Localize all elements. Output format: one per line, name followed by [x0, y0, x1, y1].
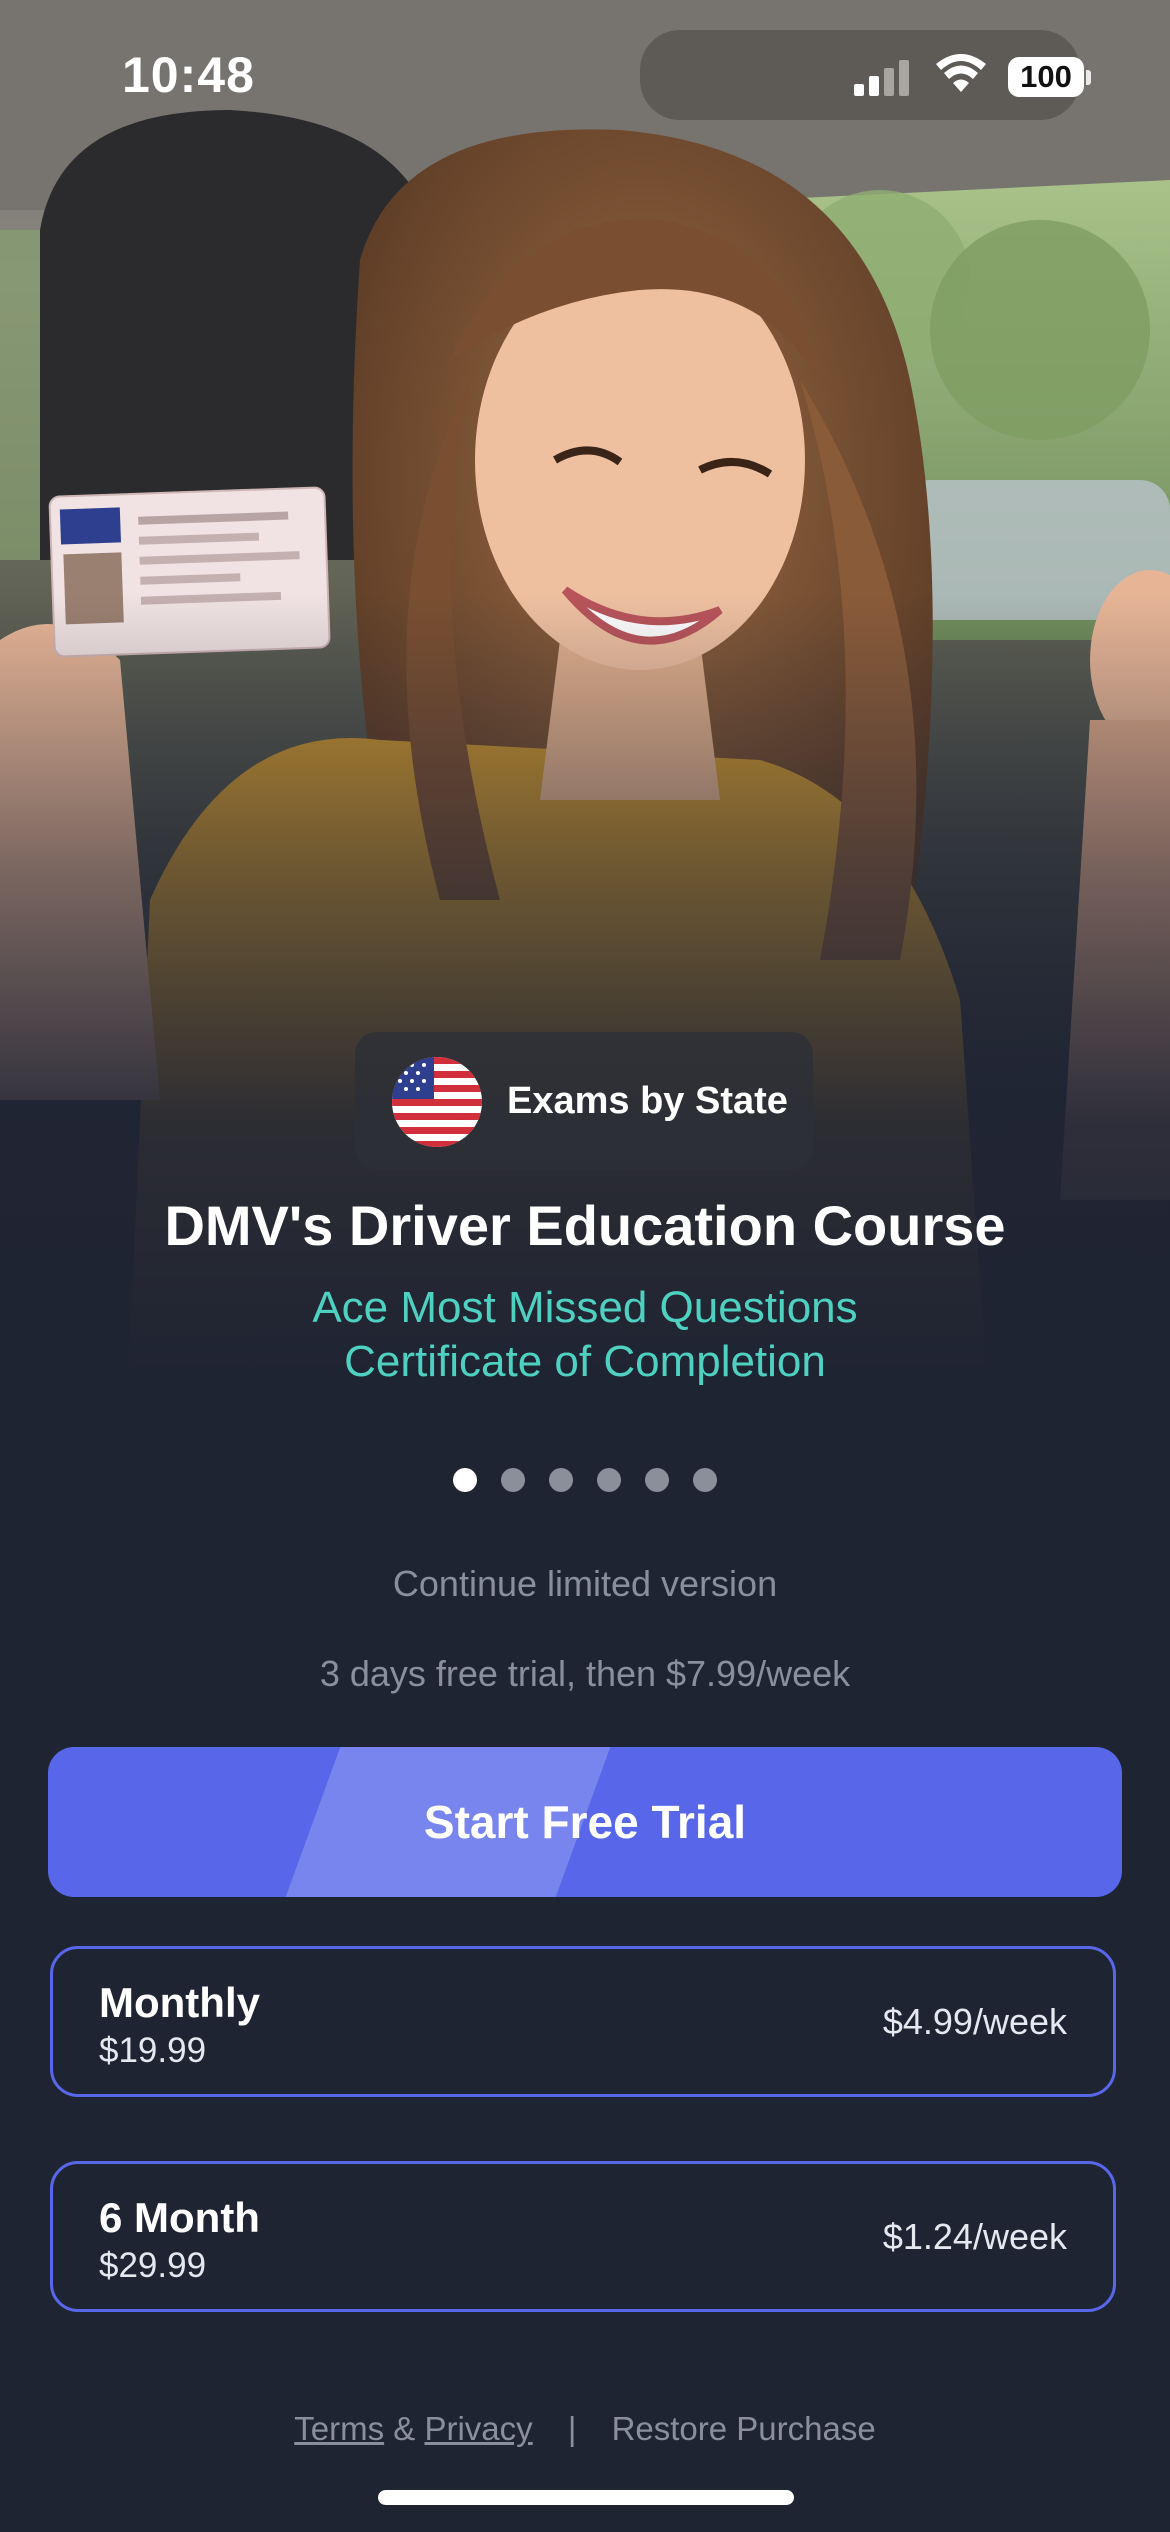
- wifi-icon: [936, 54, 986, 92]
- page-dot-6[interactable]: [693, 1468, 717, 1492]
- battery-icon: 100: [1008, 57, 1084, 97]
- plan-option-monthly[interactable]: Monthly $19.99 $4.99/week: [50, 1946, 1116, 2097]
- plan-price: $19.99: [99, 2031, 207, 2070]
- us-flag-icon: [392, 1057, 482, 1147]
- page-indicator[interactable]: [453, 1468, 723, 1494]
- plan-weekly-price: $4.99/week: [882, 2001, 1067, 2042]
- page-dot-5[interactable]: [645, 1468, 669, 1492]
- plan-weekly-price: $1.24/week: [882, 2216, 1067, 2257]
- status-bar: 10:48 100: [0, 0, 1170, 150]
- page-dot-2[interactable]: [501, 1468, 525, 1492]
- status-time: 10:48: [122, 47, 255, 103]
- continue-limited-link[interactable]: Continue limited version: [0, 1563, 1170, 1605]
- plan-name: Monthly: [99, 1979, 260, 2026]
- home-indicator[interactable]: [378, 2490, 794, 2505]
- page-dot-4[interactable]: [597, 1468, 621, 1492]
- exams-by-state-badge: Exams by State: [355, 1032, 813, 1170]
- signal-icon: [854, 60, 909, 96]
- page-title: DMV's Driver Education Course: [164, 1194, 1006, 1257]
- subtitle-line-2: Certificate of Completion: [344, 1337, 826, 1386]
- plan-name: 6 Month: [99, 2194, 260, 2241]
- battery-tip: [1086, 70, 1091, 85]
- plan-price: $29.99: [99, 2246, 207, 2285]
- ampersand: &: [393, 2410, 416, 2447]
- footer-separator: |: [567, 2410, 577, 2447]
- start-free-trial-label: Start Free Trial: [423, 1796, 747, 1848]
- subtitle-line-1: Ace Most Missed Questions: [312, 1283, 858, 1332]
- footer-links: Terms & Privacy | Restore Purchase: [0, 2410, 1170, 2448]
- start-free-trial-button[interactable]: Start Free Trial: [48, 1747, 1122, 1897]
- page-dot-3[interactable]: [549, 1468, 573, 1492]
- page-dot-1[interactable]: [453, 1468, 477, 1492]
- restore-purchase-link[interactable]: Restore Purchase: [612, 2410, 876, 2447]
- terms-link[interactable]: Terms: [294, 2410, 384, 2447]
- trial-note: 3 days free trial, then $7.99/week: [319, 1653, 851, 1694]
- exams-by-state-label: Exams by State: [507, 1080, 788, 1122]
- privacy-link[interactable]: Privacy: [424, 2410, 532, 2447]
- plan-option-6-month[interactable]: 6 Month $29.99 $1.24/week: [50, 2161, 1116, 2312]
